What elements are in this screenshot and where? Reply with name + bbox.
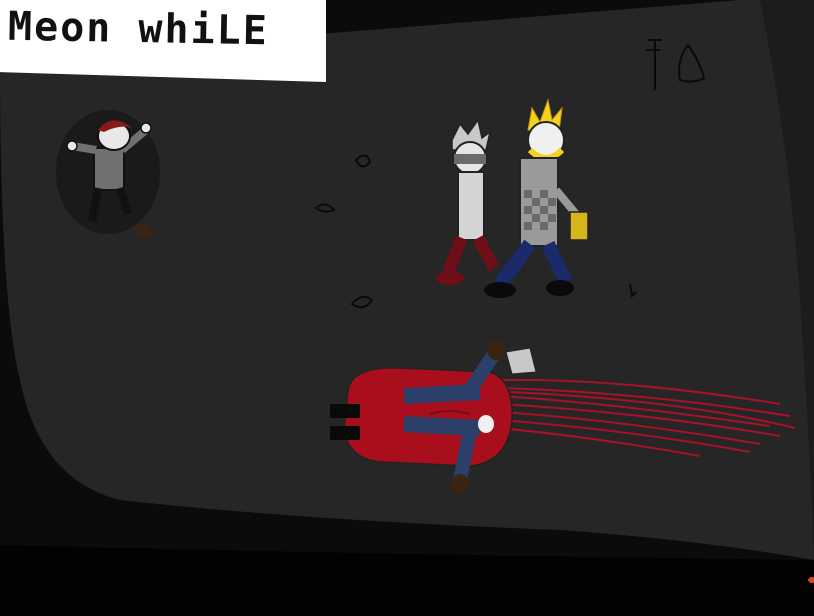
cave-interior	[0, 0, 814, 560]
cave-scene	[0, 0, 814, 616]
comic-panel: Meon whiLE	[0, 0, 814, 616]
cave-floor-edge	[0, 545, 814, 616]
caption-box: Meon whiLE	[0, 0, 326, 82]
caption-text: Meon whiLE	[7, 3, 270, 55]
